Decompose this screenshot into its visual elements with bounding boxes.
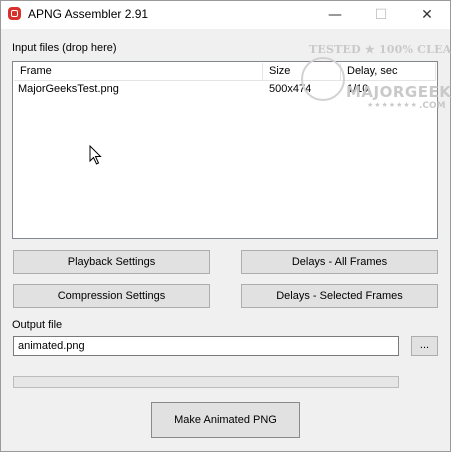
playback-settings-button[interactable]: Playback Settings [13,250,210,274]
title-bar[interactable]: APNG Assembler 2.91 — ☐ ✕ [1,1,450,29]
mouse-cursor-icon [89,145,102,165]
progress-bar [13,376,399,388]
watermark-tested-text: TESTED ★ 100% CLEAN [309,43,451,56]
frame-cell: MajorGeeksTest.png [18,83,119,95]
column-header-delay[interactable]: Delay, sec [341,63,436,81]
delays-selected-frames-button[interactable]: Delays - Selected Frames [241,284,438,308]
maximize-button: ☐ [374,7,388,23]
size-cell: 500x474 [269,83,312,95]
browse-button[interactable]: ... [411,336,438,356]
list-header: Frame Size Delay, sec [14,63,436,81]
input-files-label: Input files (drop here) [12,42,117,54]
window-title: APNG Assembler 2.91 [28,7,149,21]
list-item[interactable]: MajorGeeksTest.png 500x474 1/10 [14,82,436,98]
column-header-size[interactable]: Size [263,63,341,81]
close-button[interactable]: ✕ [404,1,450,29]
output-file-field[interactable]: animated.png [13,336,399,356]
input-files-list[interactable]: Frame Size Delay, sec MajorGeeksTest.png… [12,61,438,239]
column-header-frame[interactable]: Frame [14,63,263,81]
delays-all-frames-button[interactable]: Delays - All Frames [241,250,438,274]
make-animated-png-button[interactable]: Make Animated PNG [151,402,300,438]
compression-settings-button[interactable]: Compression Settings [13,284,210,308]
app-window: APNG Assembler 2.91 — ☐ ✕ Input files (d… [0,0,451,452]
output-file-label: Output file [12,319,63,331]
app-icon [8,7,21,20]
minimize-button[interactable]: — [312,1,358,29]
delay-cell: 1/10 [347,83,369,95]
